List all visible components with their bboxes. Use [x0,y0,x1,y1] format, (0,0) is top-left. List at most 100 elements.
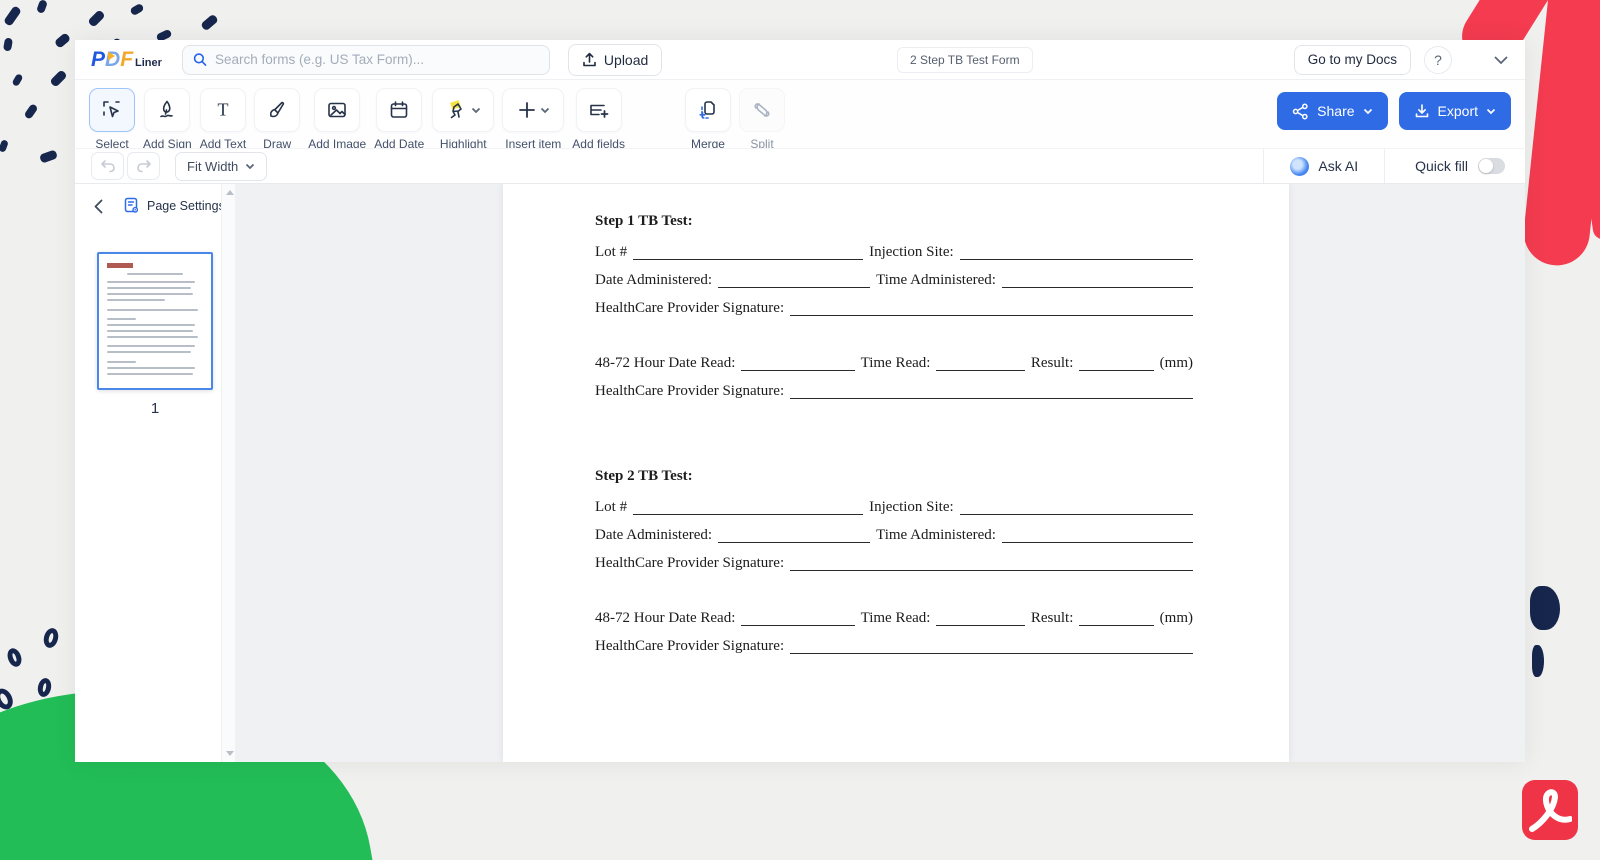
export-download-icon [1414,103,1430,119]
split-icon [751,99,773,121]
tool-highlight[interactable]: Highlight [432,88,494,151]
pdfliner-logo[interactable]: PDF Liner [91,48,162,72]
redo-button[interactable] [127,152,160,180]
section-title: Step 1 TB Test: [595,213,1193,230]
lot-field-line[interactable] [633,247,863,260]
date-administered-field-line[interactable] [718,275,870,288]
form-row-date-time: Date Administered: Time Administered: [595,273,1193,288]
provider-signature-field-line[interactable] [790,386,1193,399]
go-to-my-docs-label: Go to my Docs [1308,52,1397,67]
result-unit: (mm) [1160,356,1193,371]
tool-merge[interactable]: Merge [685,88,731,151]
share-icon [1292,103,1309,120]
tool-select[interactable]: Select [89,88,135,151]
injection-site-label: Injection Site: [869,245,954,260]
collapse-chevron-icon[interactable] [1493,55,1509,65]
form-row-signature: HealthCare Provider Signature: [595,301,1193,316]
quick-fill-toggle[interactable] [1478,158,1505,174]
date-read-label: 48-72 Hour Date Read: [595,356,735,371]
collapse-sidebar-button[interactable] [87,195,109,217]
result-field-line[interactable] [1079,358,1153,371]
date-administered-label: Date Administered: [595,528,712,543]
text-icon: T [212,99,234,121]
tool-insert-item[interactable]: Insert item [502,88,564,151]
document-canvas[interactable]: Step 1 TB Test: Lot # Injection Site: Da… [235,184,1525,762]
form-row-lot-injection: Lot # Injection Site: [595,245,1193,260]
insert-item-chevron-icon [540,107,550,114]
tool-draw[interactable]: Draw [254,88,300,151]
tool-add-sign[interactable]: Add Sign [143,88,192,151]
upload-label: Upload [604,52,648,68]
date-administered-field-line[interactable] [718,530,870,543]
chevron-left-icon [94,199,103,214]
date-administered-label: Date Administered: [595,273,712,288]
time-administered-label: Time Administered: [876,528,996,543]
ask-ai-label: Ask AI [1318,158,1358,174]
injection-site-label: Injection Site: [869,500,954,515]
lot-field-line[interactable] [633,502,863,515]
draw-pen-icon [266,99,288,121]
secondary-toolbar: Fit Width Ask AI Quick fill [75,148,1525,184]
search-input[interactable] [215,52,539,67]
zoom-mode-label: Fit Width [187,159,238,174]
secondary-toolbar-right: Ask AI Quick fill [1263,149,1509,183]
search-form-container [182,45,550,75]
provider-signature-field-line[interactable] [790,641,1193,654]
form-row-signature-2: HealthCare Provider Signature: [595,639,1193,654]
lot-label: Lot # [595,500,627,515]
document-title: 2 Step TB Test Form [897,47,1033,73]
undo-button[interactable] [91,152,124,180]
time-read-field-line[interactable] [936,358,1024,371]
zoom-mode-dropdown[interactable]: Fit Width [175,152,267,181]
tool-add-date[interactable]: Add Date [374,88,424,151]
top-bar: PDF Liner Upload 2 Step TB Test Form Go … [75,40,1525,80]
scroll-up-arrow[interactable] [226,190,234,195]
page-number: 1 [151,400,159,417]
date-read-field-line[interactable] [741,358,854,371]
export-button[interactable]: Export [1399,92,1511,130]
page-settings-button[interactable]: Page Settings [123,197,225,215]
toolbar-right-actions: Share Export [1277,88,1511,130]
select-cursor-icon [101,99,123,121]
scroll-down-arrow[interactable] [226,751,234,756]
tool-add-image[interactable]: Add Image [308,88,366,151]
date-read-field-line[interactable] [741,613,854,626]
tool-split[interactable]: Split [739,88,785,151]
section-title: Step 2 TB Test: [595,468,1193,485]
share-button[interactable]: Share [1277,92,1387,130]
export-label: Export [1438,103,1478,119]
sidebar-scrollbar[interactable] [221,184,235,762]
quick-fill-control: Quick fill [1385,158,1509,174]
go-to-my-docs-button[interactable]: Go to my Docs [1294,45,1411,75]
share-label: Share [1317,103,1354,119]
help-button[interactable]: ? [1424,46,1452,74]
time-administered-field-line[interactable] [1002,275,1193,288]
top-bar-right: Go to my Docs ? [1294,45,1509,75]
provider-signature-field-line[interactable] [790,303,1193,316]
provider-signature-label: HealthCare Provider Signature: [595,639,784,654]
tool-add-text[interactable]: T Add Text [200,88,246,151]
upload-button[interactable]: Upload [568,44,662,76]
time-administered-label: Time Administered: [876,273,996,288]
tool-add-fields[interactable]: Add fields [572,88,625,151]
page-thumbnail-1[interactable] [97,252,213,390]
pdf-page[interactable]: Step 1 TB Test: Lot # Injection Site: Da… [503,184,1289,762]
document-title-text: 2 Step TB Test Form [910,53,1020,67]
page-settings-label: Page Settings [147,199,225,213]
search-icon [193,52,207,67]
time-read-field-line[interactable] [936,613,1024,626]
spacer [595,329,1193,356]
ask-ai-button[interactable]: Ask AI [1264,157,1384,176]
time-administered-field-line[interactable] [1002,530,1193,543]
provider-signature-label: HealthCare Provider Signature: [595,301,784,316]
result-field-line[interactable] [1079,613,1153,626]
provider-signature-field-line[interactable] [790,558,1193,571]
injection-site-field-line[interactable] [960,247,1193,260]
injection-site-field-line[interactable] [960,502,1193,515]
highlighter-icon [446,99,468,121]
result-unit: (mm) [1160,611,1193,626]
merge-pages-icon [696,98,720,122]
quick-fill-label: Quick fill [1415,158,1468,174]
acrobat-pdf-icon [1522,780,1578,840]
provider-signature-label: HealthCare Provider Signature: [595,556,784,571]
